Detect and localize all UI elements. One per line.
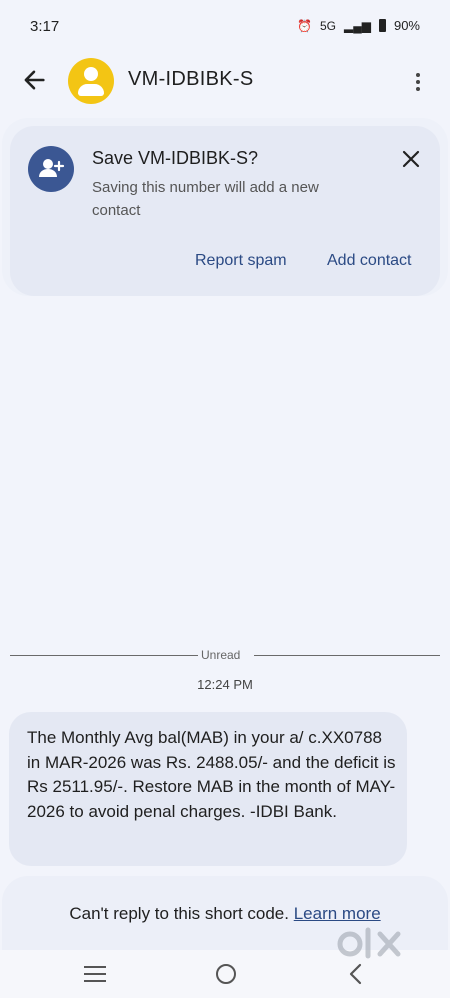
battery-percent: 90% <box>393 18 420 33</box>
app-bar: VM-IDBIBK-S <box>0 56 450 108</box>
home-icon[interactable] <box>216 964 236 984</box>
back-arrow-icon[interactable] <box>20 66 48 94</box>
save-subtitle: Saving this number will add a new contac… <box>92 179 319 219</box>
alarm-icon: ⏰ <box>297 18 312 33</box>
report-spam-button[interactable]: Report spam <box>195 252 287 270</box>
status-bar: 3:17 ⏰ 5G ▂▄▆ 90% <box>0 0 450 56</box>
signal-icon: ▂▄▆ <box>344 18 371 33</box>
unread-divider-left <box>10 655 198 656</box>
person-icon-head <box>84 67 98 81</box>
message-timestamp: 12:24 PM <box>197 677 253 692</box>
learn-more-link[interactable]: Learn more <box>294 904 381 923</box>
save-title: Save VM-IDBIBK-S? <box>92 148 259 168</box>
save-contact-card: Save VM-IDBIBK-S? Saving this number wil… <box>10 126 440 296</box>
cant-reply-notice: Can't reply to this short code. Learn mo… <box>0 904 450 924</box>
recent-apps-icon[interactable] <box>84 966 106 982</box>
close-icon[interactable] <box>400 148 422 170</box>
status-icons: ⏰ 5G ▂▄▆ 90% <box>297 18 420 33</box>
unread-label: Unread <box>201 648 241 662</box>
unread-divider-right <box>254 655 440 656</box>
status-time: 3:17 <box>30 18 60 35</box>
contact-avatar[interactable] <box>68 58 114 104</box>
add-person-icon <box>28 146 74 192</box>
network-label: 5G <box>319 18 336 33</box>
contact-name[interactable]: VM-IDBIBK-S <box>128 68 254 91</box>
message-text: The Monthly Avg bal(MAB) in your a/ c.XX… <box>27 728 396 821</box>
more-options-icon[interactable] <box>408 70 428 94</box>
add-contact-button[interactable]: Add contact <box>327 252 412 270</box>
person-icon-body <box>78 84 104 96</box>
message-bubble[interactable]: The Monthly Avg bal(MAB) in your a/ c.XX… <box>9 712 407 866</box>
battery-icon <box>378 19 386 32</box>
cant-reply-text: Can't reply to this short code. <box>69 904 289 923</box>
olx-watermark-logo <box>337 927 401 959</box>
